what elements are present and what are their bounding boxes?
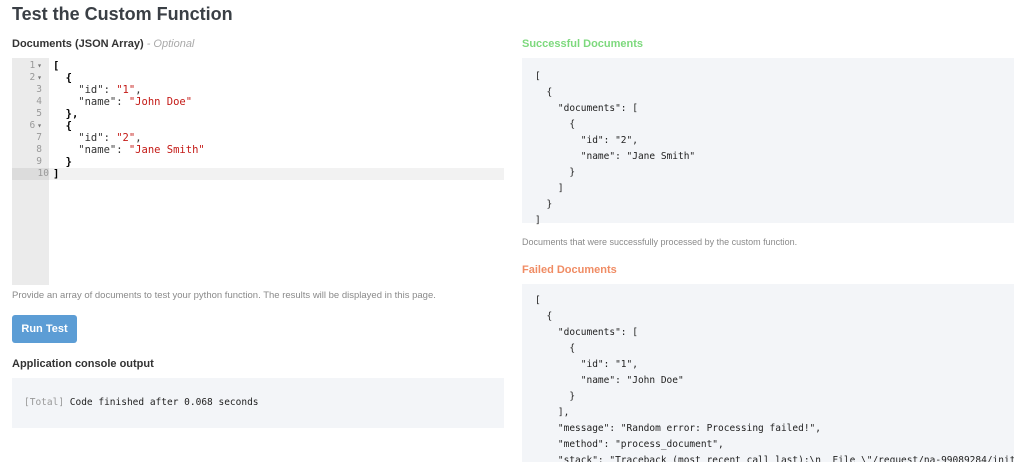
json-line: ] <box>535 183 564 194</box>
json-line: } <box>535 391 576 402</box>
json-line: ] <box>535 215 541 226</box>
json-line: { <box>535 87 553 98</box>
console-output: [Total] Code finished after 0.068 second… <box>12 378 504 428</box>
json-line: "documents": [ <box>535 327 638 338</box>
code-line: ] <box>53 168 60 180</box>
json-line: { <box>535 119 576 130</box>
documents-label-text: Documents (JSON Array) <box>12 38 144 50</box>
fold-arrow-icon[interactable]: ▾ <box>37 73 42 82</box>
json-line: "id": "2", <box>535 135 638 146</box>
fold-arrow-icon[interactable]: ▾ <box>37 61 42 70</box>
fold-arrow-icon[interactable]: ▾ <box>37 121 42 130</box>
documents-code-editor[interactable]: 1 ▾ 2 ▾ 3 4 5 6 ▾ 7 8 9 10 [ { "id": "1", "name": "J… <box>12 58 504 285</box>
console-tag: [Total] <box>24 397 65 408</box>
successful-documents-output: [ { "documents": [ { "id": "2", "name": … <box>522 58 1014 226</box>
json-line: { <box>535 343 576 354</box>
json-line: "message": "Random error: Processing fai… <box>535 423 821 434</box>
successful-documents-description: Documents that were successfully process… <box>522 237 798 247</box>
failed-documents-output: [ { "documents": [ { "id": "1", "name": … <box>522 284 1014 462</box>
page-title: Test the Custom Function <box>12 4 233 24</box>
code-line: { <box>53 72 72 84</box>
console-line: [Total] Code finished after 0.068 second… <box>24 397 259 408</box>
code-line: "id": "1", <box>53 84 142 96</box>
line-number: 9 <box>36 156 42 167</box>
line-number: 6 ▾ <box>29 120 42 131</box>
run-test-button[interactable]: Run Test <box>12 315 77 343</box>
console-output-label: Application console output <box>12 358 154 370</box>
documents-label: Documents (JSON Array) - Optional <box>12 38 194 50</box>
line-number: 7 <box>36 132 42 143</box>
json-line: ], <box>535 407 570 418</box>
active-line-highlight <box>49 168 504 180</box>
line-number: 10 <box>12 168 49 180</box>
optional-label: - Optional <box>146 38 195 50</box>
code-line: } <box>53 156 72 168</box>
code-line: "name": "John Doe" <box>53 96 193 108</box>
successful-documents-label: Successful Documents <box>522 38 644 50</box>
line-number: 8 <box>36 144 42 155</box>
line-number: 3 <box>36 84 42 95</box>
json-line: } <box>535 167 576 178</box>
json-line: [ <box>535 71 541 82</box>
code-line: [ <box>53 60 60 72</box>
code-line: "name": "Jane Smith" <box>53 144 205 156</box>
json-line: { <box>535 311 553 322</box>
json-line: [ <box>535 295 541 306</box>
json-line: "documents": [ <box>535 103 638 114</box>
documents-hint: Provide an array of documents to test yo… <box>12 290 436 301</box>
line-number: 4 <box>36 96 42 107</box>
json-line: "name": "John Doe" <box>535 375 684 386</box>
json-line: "name": "Jane Smith" <box>535 151 696 162</box>
failed-documents-label: Failed Documents <box>522 264 617 276</box>
code-line: "id": "2", <box>53 132 142 144</box>
line-number: 2 ▾ <box>29 72 42 83</box>
code-line: }, <box>53 108 79 120</box>
console-message: Code finished after 0.068 seconds <box>64 397 259 408</box>
json-line: "stack": "Traceback (most recent call la… <box>535 455 1014 462</box>
json-line: "id": "1", <box>535 359 638 370</box>
line-number-gutter: 1 ▾ 2 ▾ 3 4 5 6 ▾ 7 8 9 10 <box>12 58 49 285</box>
line-number: 1 ▾ <box>29 60 42 71</box>
line-number: 5 <box>36 108 42 119</box>
code-line: { <box>53 120 72 132</box>
json-line: } <box>535 199 553 210</box>
json-line: "method": "process_document", <box>535 439 724 450</box>
